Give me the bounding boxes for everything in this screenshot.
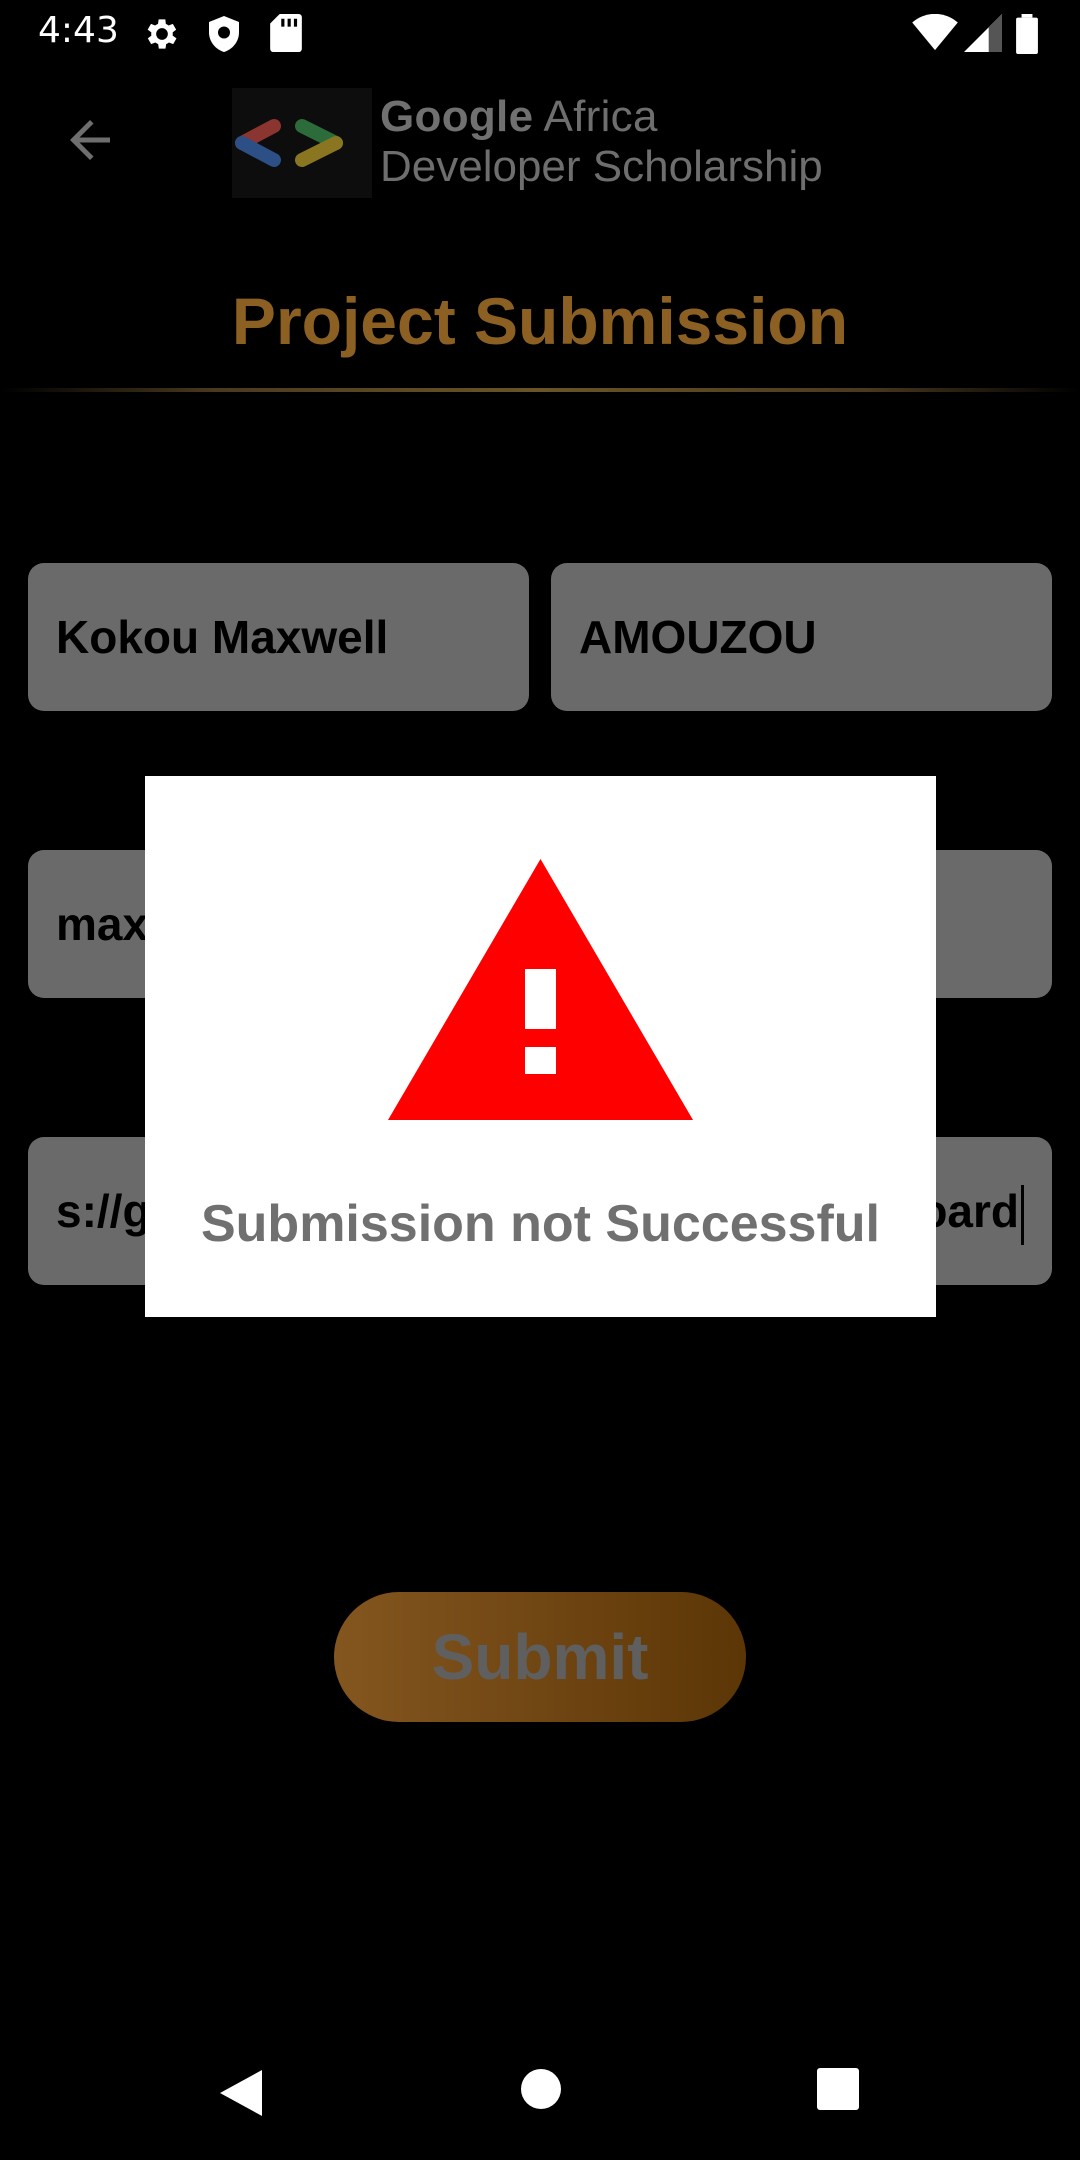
wifi-icon [912,14,958,51]
sd-card-icon [270,14,302,52]
last-name-field[interactable]: AMOUZOU [551,563,1052,711]
error-dialog: Submission not Successful [145,776,936,1317]
brand-subtitle: Developer Scholarship [380,142,823,191]
status-bar: 4:43 [0,0,1080,66]
status-time: 4:43 [38,10,119,51]
warning-icon [388,859,693,1120]
cellular-icon [964,14,1002,52]
text-caret [1021,1184,1024,1245]
dialog-message: Submission not Successful [200,1195,881,1253]
settings-icon [147,19,177,49]
gads-logo [232,88,372,198]
nav-home-icon[interactable] [520,2068,562,2110]
app-bar: Google Africa Developer Scholarship [0,66,1080,226]
first-name-field[interactable]: Kokou Maxwell [28,563,529,711]
back-arrow-icon[interactable] [60,110,120,170]
nav-back-icon[interactable] [218,2068,264,2118]
shield-icon [209,16,239,52]
submit-button[interactable]: Submit [334,1592,746,1722]
title-divider [0,388,1080,392]
battery-icon [1016,14,1038,54]
github-link-start: s://g [56,1185,151,1237]
brand-title: Google Africa [380,92,658,141]
page-title: Project Submission [231,284,849,358]
nav-recents-icon[interactable] [817,2068,859,2110]
navigation-bar [0,2040,1080,2160]
